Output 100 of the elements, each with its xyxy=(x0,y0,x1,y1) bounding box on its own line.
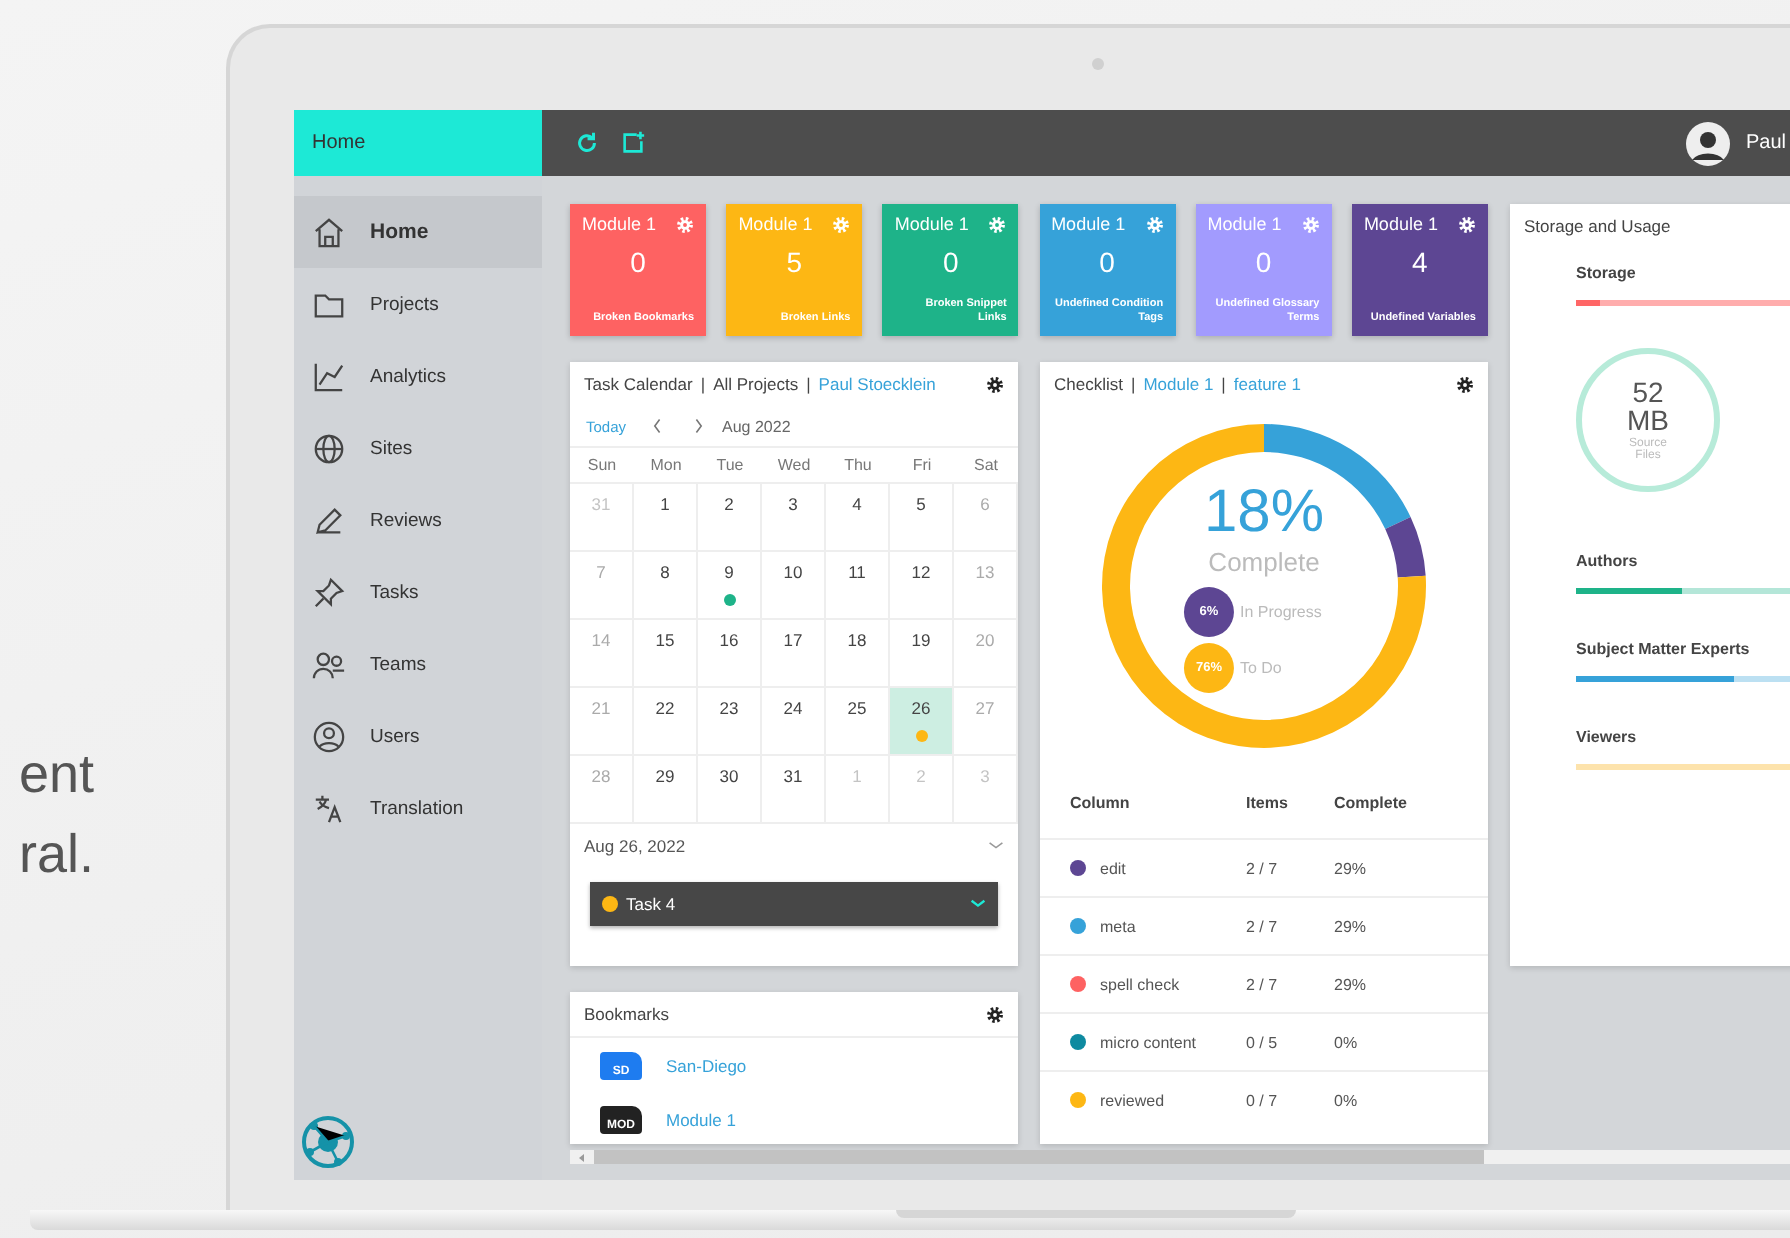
logo-icon xyxy=(298,1112,358,1172)
month-label: Aug 2022 xyxy=(722,417,791,435)
calendar-day[interactable]: 2 xyxy=(698,484,762,550)
table-cell-text: 2 / 7 xyxy=(1246,859,1280,877)
section-title: Subject Matter Experts xyxy=(1576,640,1752,658)
sidebar-item[interactable]: Translation xyxy=(294,772,542,844)
avatar-icon[interactable] xyxy=(1685,121,1730,165)
calendar-day[interactable]: 29 xyxy=(634,756,698,822)
sidebar-item[interactable]: Analytics xyxy=(294,340,542,412)
chevron-down-icon[interactable] xyxy=(988,838,1004,854)
sidebar-item[interactable]: Projects xyxy=(294,268,542,340)
settings-icon[interactable] xyxy=(1456,375,1474,393)
table-cell-text: 29% xyxy=(1334,859,1369,877)
page-title: Home xyxy=(294,110,542,176)
column-header: Column xyxy=(1070,793,1132,811)
table-cell: edit xyxy=(1100,859,1126,877)
calendar-day[interactable]: 30 xyxy=(698,756,762,822)
calendar-day[interactable]: 11 xyxy=(826,552,890,618)
translate-icon xyxy=(312,791,346,825)
tagline-text: ral. xyxy=(18,822,94,888)
sidebar-item[interactable]: Teams xyxy=(294,628,542,700)
table-cell-text: 2 / 7 xyxy=(1246,917,1280,935)
horizontal-scrollbar[interactable] xyxy=(570,1150,1790,1164)
table-cell: micro content xyxy=(1100,1033,1197,1051)
table-cell-text: 0% xyxy=(1334,1033,1360,1051)
table-cell: meta xyxy=(1100,917,1136,935)
header-text: All Projects xyxy=(713,374,799,394)
complete-percent: 18% xyxy=(1203,479,1325,547)
weekday-label: Mon xyxy=(648,456,684,474)
tagline-text: ent xyxy=(18,742,94,808)
calendar-day[interactable]: 22 xyxy=(634,688,698,754)
legend-label: To Do xyxy=(1239,659,1282,677)
card-title: Bookmarks xyxy=(584,1004,670,1024)
calendar-day[interactable]: 18 xyxy=(826,620,890,686)
table-cell-text: 0 / 5 xyxy=(1246,1033,1280,1051)
section-title: Storage xyxy=(1576,264,1638,282)
calendar-day[interactable]: 15 xyxy=(634,620,698,686)
weekday-label: Wed xyxy=(775,456,813,474)
weekday-label: Sun xyxy=(585,456,619,474)
card-title: Storage and Usage xyxy=(1524,216,1671,236)
sidebar-item[interactable]: Sites xyxy=(294,412,542,484)
weekday-label: Sat xyxy=(971,456,1000,474)
separator-text: | xyxy=(1130,374,1136,394)
header-text: Task Calendar xyxy=(584,374,693,394)
user-name[interactable]: Paul xyxy=(1745,132,1786,154)
calendar-day[interactable]: 10 xyxy=(762,552,826,618)
weekday-label: Tue xyxy=(714,456,746,474)
weekday-label: Fri xyxy=(910,456,934,474)
calendar-day[interactable]: 17 xyxy=(762,620,826,686)
calendar-day[interactable]: 24 xyxy=(762,688,826,754)
separator-text: | xyxy=(806,374,811,394)
calendar-day[interactable]: 8 xyxy=(634,552,698,618)
calendar-day[interactable]: 31 xyxy=(762,756,826,822)
settings-icon[interactable] xyxy=(986,1005,1004,1023)
pen-icon xyxy=(312,503,346,537)
calendar-day[interactable]: 3 xyxy=(762,484,826,550)
calendar-day[interactable]: 4 xyxy=(826,484,890,550)
sidebar-item[interactable]: Users xyxy=(294,700,542,772)
calendar-day[interactable]: 26 xyxy=(890,688,954,754)
globe-icon xyxy=(312,431,346,465)
column-header: Items xyxy=(1246,793,1290,811)
legend-label: In Progress xyxy=(1239,603,1322,621)
chart-icon xyxy=(312,359,346,393)
sidebar-item[interactable]: Tasks xyxy=(294,556,542,628)
selected-date: Aug 26, 2022 xyxy=(584,836,686,856)
section-title: Authors xyxy=(1576,552,1640,570)
sidebar-item[interactable]: Home xyxy=(294,196,542,268)
calendar-day[interactable]: 16 xyxy=(698,620,762,686)
chevron-down-icon xyxy=(970,896,986,912)
next-icon[interactable] xyxy=(690,418,707,434)
table-cell-text: 0 / 7 xyxy=(1246,1091,1280,1109)
scroll-left-icon[interactable] xyxy=(576,1151,588,1163)
calendar-day[interactable]: 19 xyxy=(890,620,954,686)
calendar-day[interactable]: 5 xyxy=(890,484,954,550)
task-dropdown[interactable]: Task 4 xyxy=(590,882,998,926)
complete-label: Complete xyxy=(1208,547,1320,577)
table-cell-text: 2 / 7 xyxy=(1246,975,1280,993)
calendar-day[interactable]: 23 xyxy=(698,688,762,754)
table-cell-text: 29% xyxy=(1334,975,1369,993)
home-icon xyxy=(312,215,346,249)
table-cell: spell check xyxy=(1100,975,1180,993)
settings-icon[interactable] xyxy=(986,375,1004,393)
camera-icon xyxy=(1092,57,1104,69)
new-page-icon[interactable] xyxy=(620,130,646,156)
refresh-icon[interactable] xyxy=(574,130,600,156)
separator-text: | xyxy=(700,374,706,394)
calendar-day[interactable]: 12 xyxy=(890,552,954,618)
header-text: Checklist xyxy=(1054,374,1123,394)
user-icon xyxy=(312,719,346,753)
weekday-label: Thu xyxy=(842,456,874,474)
section-title: Viewers xyxy=(1576,728,1639,746)
table-cell: reviewed xyxy=(1100,1091,1165,1109)
calendar-day[interactable]: 9 xyxy=(698,552,762,618)
calendar-day[interactable]: 1 xyxy=(634,484,698,550)
column-header: Complete xyxy=(1334,793,1409,811)
team-icon xyxy=(312,647,346,681)
sidebar-item[interactable]: Reviews xyxy=(294,484,542,556)
table-cell-text: 0% xyxy=(1334,1091,1360,1109)
separator-text: | xyxy=(1221,374,1226,394)
table-cell-text: 29% xyxy=(1334,917,1369,935)
